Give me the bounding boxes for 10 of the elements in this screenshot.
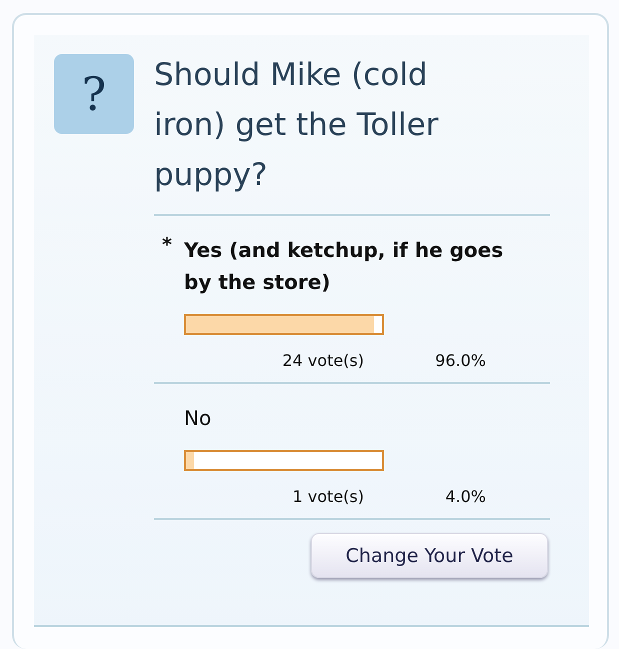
question-icon: ?	[54, 54, 134, 134]
vote-percent: 96.0%	[434, 351, 486, 370]
change-vote-button[interactable]: Change Your Vote	[311, 533, 548, 578]
option-label: No	[184, 405, 212, 432]
poll-question: Should Mike (cold iron) get the Toller puppy?	[154, 56, 440, 195]
voted-marker: *	[161, 234, 173, 256]
vote-count: 1 vote(s)	[292, 487, 364, 506]
vote-percent: 4.0%	[444, 487, 486, 506]
vote-count: 24 vote(s)	[281, 351, 364, 370]
option-label: Yes (and ketchup, if he goes by the store)	[184, 237, 504, 296]
